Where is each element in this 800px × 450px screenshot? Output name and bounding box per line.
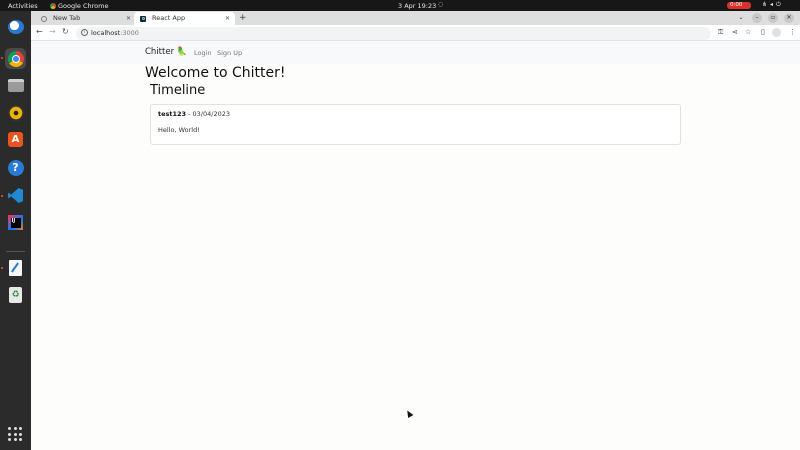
rhythmbox-icon: [7, 104, 24, 121]
dock-trash[interactable]: ♻: [5, 284, 26, 305]
post-header: test123 - 03/04/2023: [158, 110, 230, 118]
timeline-heading: Timeline: [150, 83, 206, 98]
tab-label: New Tab: [53, 14, 81, 22]
share-icon[interactable]: ⋖: [732, 28, 738, 36]
login-link[interactable]: Login: [194, 49, 212, 57]
browser-toolbar: ← → ↻ i localhost:3000 ⚿ ⋖ ☆ ▯ ⋮: [31, 25, 800, 41]
dock-chrome[interactable]: [5, 48, 26, 69]
dock-intellij[interactable]: IJ: [5, 212, 26, 233]
new-tab-icon[interactable]: +: [239, 11, 247, 25]
chrome-icon: [50, 2, 56, 9]
activities-button[interactable]: Activities: [8, 2, 38, 10]
brand-link[interactable]: Chitter 🦜: [145, 47, 187, 57]
files-icon: [7, 79, 24, 92]
app-navbar: Chitter 🦜 Login Sign Up: [31, 41, 800, 64]
close-tab-icon[interactable]: ✕: [126, 12, 131, 25]
post-username: test123: [158, 110, 187, 118]
bookmark-star-icon[interactable]: ☆: [745, 28, 751, 36]
running-indicator: [1, 267, 3, 269]
post-card: test123 - 03/04/2023 Hello, World!: [150, 104, 681, 145]
intellij-icon: IJ: [8, 215, 23, 230]
chrome-icon: [7, 50, 24, 67]
dock-software[interactable]: A: [5, 129, 26, 150]
show-apps-icon[interactable]: [8, 427, 22, 441]
page-viewport: Chitter 🦜 Login Sign Up Welcome to Chitt…: [31, 41, 800, 450]
forward-icon[interactable]: →: [49, 27, 56, 36]
dock-help[interactable]: ?: [5, 157, 26, 178]
dock-thunderbird[interactable]: [5, 16, 26, 37]
maximize-icon[interactable]: ▫: [768, 13, 778, 23]
signup-link[interactable]: Sign Up: [217, 49, 242, 57]
active-app-label: Google Chrome: [58, 1, 109, 10]
tab-search-icon[interactable]: ⌄: [736, 13, 746, 23]
close-window-icon[interactable]: ✕: [784, 13, 794, 23]
url-text[interactable]: localhost:3000: [91, 29, 139, 37]
dock-separator: [6, 251, 25, 252]
running-indicator: [1, 195, 3, 197]
post-date: - 03/04/2023: [186, 110, 231, 118]
site-info-icon[interactable]: i: [81, 28, 88, 36]
software-icon: A: [8, 132, 23, 147]
dock-text-editor[interactable]: [5, 257, 26, 278]
active-app-menu[interactable]: Google Chrome: [50, 2, 108, 10]
tab-react-app[interactable]: React App ✕: [134, 12, 235, 25]
vscode-icon: [8, 188, 23, 203]
reload-icon[interactable]: ↻: [62, 27, 69, 36]
dock-vscode[interactable]: [5, 185, 26, 206]
address-bar[interactable]: i localhost:3000: [76, 26, 711, 40]
side-panel-icon[interactable]: ▯: [761, 28, 765, 36]
post-body: Hello, World!: [158, 126, 200, 134]
key-icon[interactable]: ⚿: [718, 28, 723, 37]
react-favicon-icon: [140, 15, 146, 22]
back-icon[interactable]: ←: [36, 27, 43, 36]
system-top-bar: Activities Google Chrome 3 Apr 19:23 ◌ 0…: [0, 0, 800, 11]
text-editor-icon: [9, 259, 22, 276]
page-title: Welcome to Chitter!: [145, 65, 286, 81]
trash-icon: ♻: [9, 286, 22, 303]
tab-label: React App: [152, 14, 186, 22]
ubuntu-dock: A ? IJ ♻: [0, 11, 31, 450]
thunderbird-icon: [7, 19, 24, 34]
clock[interactable]: 3 Apr 19:23: [398, 2, 436, 10]
close-tab-icon[interactable]: ✕: [225, 12, 230, 25]
profile-avatar-icon[interactable]: [772, 28, 781, 37]
screen-recording-indicator[interactable]: 0:00: [727, 2, 751, 9]
help-icon: ?: [7, 159, 24, 176]
system-menu-icons[interactable]: ⋔◂⏻: [762, 1, 784, 9]
dock-files[interactable]: [5, 75, 26, 96]
mouse-cursor: [404, 408, 414, 419]
notification-icon[interactable]: ◌: [438, 1, 443, 8]
minimize-icon[interactable]: –: [752, 13, 762, 23]
globe-icon: [41, 15, 47, 22]
browser-tab-strip: New Tab ✕ React App ✕ + ⌄ – ▫ ✕: [31, 11, 800, 25]
tab-new-tab[interactable]: New Tab ✕: [35, 12, 136, 25]
running-indicator: [1, 57, 3, 59]
dock-rhythmbox[interactable]: [5, 102, 26, 123]
chrome-menu-icon[interactable]: ⋮: [789, 28, 796, 36]
